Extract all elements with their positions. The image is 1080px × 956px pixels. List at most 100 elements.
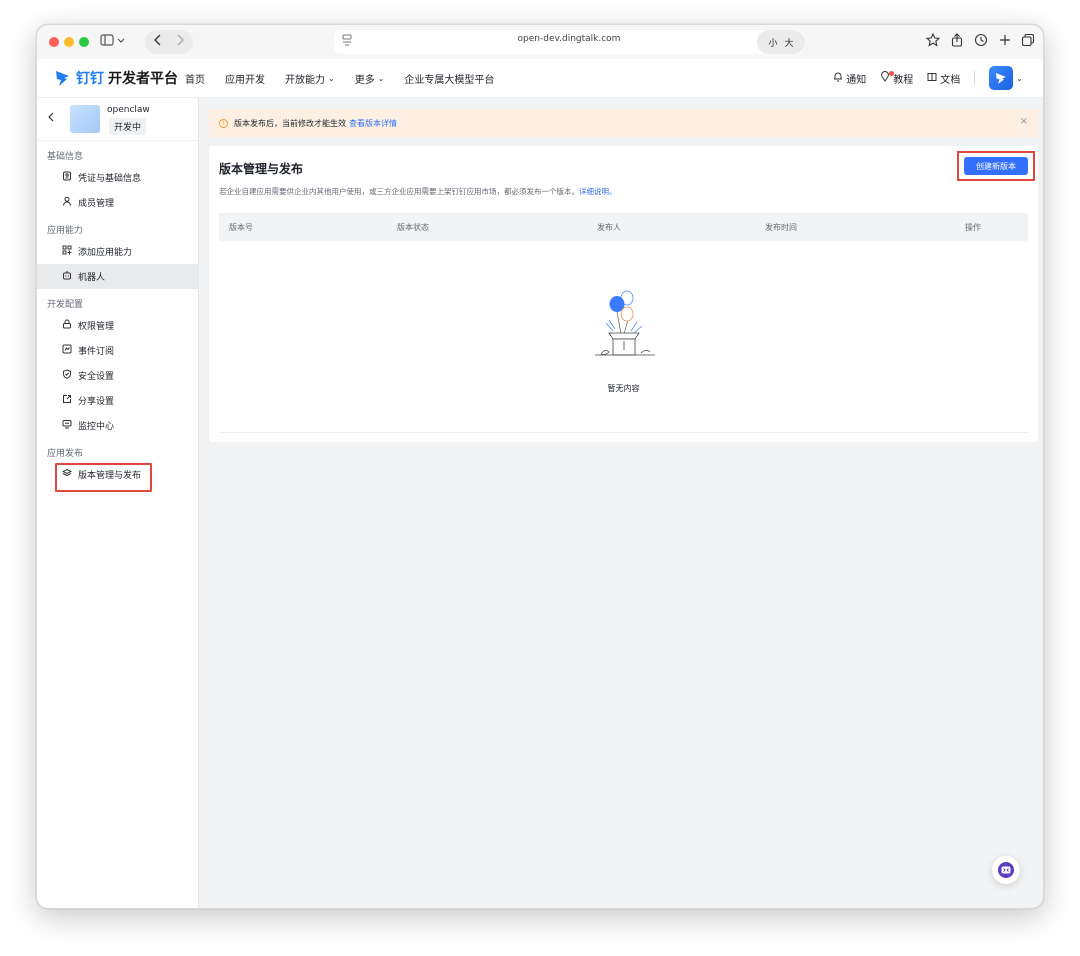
sidebar-item-label: 版本管理与发布: [78, 471, 142, 481]
zoom-controls: 小 大: [757, 30, 805, 54]
group-title-basic-info: 基础信息: [47, 152, 84, 162]
divider: [219, 432, 1028, 433]
page-title: 版本管理与发布: [219, 162, 304, 176]
sidebar-item-add-capability[interactable]: 添加应用能力: [37, 239, 198, 264]
dingtalk-logo-icon: [56, 71, 69, 86]
monitor-icon: [60, 419, 74, 432]
new-tab-plus-icon[interactable]: [997, 33, 1013, 51]
nav-llm-platform[interactable]: 企业专属大模型平台: [404, 71, 494, 86]
zoom-window-button[interactable]: [79, 37, 89, 47]
sidebar-item-robot[interactable]: 机器人: [37, 264, 198, 289]
empty-state-text: 暂无内容: [607, 384, 640, 393]
notice-text: 版本发布后，当前修改才能生效: [234, 118, 346, 128]
group-title-app-publish: 应用发布: [47, 449, 84, 459]
info-icon: !: [219, 118, 228, 128]
docs-link[interactable]: 文档: [927, 71, 960, 86]
close-window-button[interactable]: [49, 37, 59, 47]
sidebar-item-permissions[interactable]: 权限管理: [37, 313, 198, 338]
app-name: openclaw: [107, 105, 150, 115]
nav-more-label: 更多: [354, 75, 375, 86]
table-header: 版本号 版本状态 发布人 发布时间 操作: [219, 213, 1028, 241]
page-description: 若企业自建应用需要供企业内其他用户使用，或三方企业应用需要上架钉钉应用市场，都必…: [219, 186, 617, 197]
credential-icon: [60, 171, 74, 184]
app-status-badge: 开发中: [109, 118, 147, 135]
sidebar-item-label: 分享设置: [78, 397, 115, 407]
nav-more[interactable]: 更多 ⌄: [355, 71, 385, 86]
tutorial-label: 教程: [893, 74, 914, 86]
user-icon: [60, 196, 74, 209]
chat-bot-icon: [998, 862, 1014, 878]
assistant-chat-button[interactable]: [992, 856, 1020, 884]
top-nav: 首页 应用开发 开放能力 ⌄ 更多 ⌄ 企业专属大模型平台: [185, 71, 514, 86]
sidebar-item-label: 添加应用能力: [78, 248, 133, 258]
sidebar-item-monitoring[interactable]: 监控中心: [37, 413, 198, 438]
user-avatar[interactable]: [989, 66, 1014, 90]
share-icon[interactable]: [949, 33, 965, 51]
column-header-status: 版本状态: [397, 223, 429, 232]
tab-overview-icon[interactable]: [1020, 33, 1036, 51]
app-header: openclaw 开发中: [37, 98, 198, 141]
book-icon: [927, 72, 937, 85]
tutorial-link[interactable]: 教程: [880, 70, 914, 86]
address-bar[interactable]: open-dev.dingtalk.com: [334, 30, 804, 54]
sidebar-item-label: 安全设置: [78, 372, 115, 382]
notifications-label: 通知: [846, 74, 867, 86]
sidebar-item-share[interactable]: 分享设置: [37, 388, 198, 413]
history-clock-icon[interactable]: [973, 33, 989, 51]
sidebar-item-security[interactable]: 安全设置: [37, 363, 198, 388]
forward-icon[interactable]: [173, 33, 187, 51]
sidebar-item-label: 监控中心: [78, 422, 115, 432]
sidebar-item-members[interactable]: 成员管理: [37, 190, 198, 215]
docs-label: 文档: [940, 74, 961, 86]
browser-toolbar: open-dev.dingtalk.com 小 大: [37, 25, 1043, 59]
empty-box-illustration: [595, 290, 655, 356]
group-title-app-capabilities: 应用能力: [47, 226, 84, 236]
dingtalk-logo[interactable]: 钉钉 开发者平台: [55, 67, 178, 89]
sidebar-item-version-management[interactable]: 版本管理与发布: [37, 462, 198, 492]
create-version-button[interactable]: 创建新版本: [964, 157, 1028, 175]
column-header-version: 版本号: [229, 223, 253, 232]
sidebar-item-label: 权限管理: [78, 322, 115, 332]
site-header: 钉钉 开发者平台 首页 应用开发 开放能力 ⌄ 更多 ⌄ 企业专属大模型平台 通知 教…: [37, 59, 1043, 98]
sidebar-item-credentials[interactable]: 凭证与基础信息: [37, 165, 198, 190]
layers-icon: [60, 468, 74, 481]
zoom-in-button[interactable]: 大: [784, 36, 793, 49]
main-content: ! 版本发布后，当前修改才能生效 查看版本详情 × 版本管理与发布 若企业自建应…: [199, 98, 1043, 908]
unread-dot: [889, 70, 895, 76]
sidebar-item-events[interactable]: 事件订阅: [37, 338, 198, 363]
close-icon[interactable]: ×: [1020, 116, 1028, 127]
sidebar-toggle-icon[interactable]: [99, 33, 127, 51]
share-external-icon: [60, 394, 74, 407]
version-panel: 版本管理与发布 若企业自建应用需要供企业内其他用户使用，或三方企业应用需要上架钉…: [209, 146, 1038, 442]
shield-icon: [60, 369, 74, 382]
sidebar-item-label: 机器人: [78, 273, 106, 283]
column-header-actions: 操作: [965, 223, 981, 232]
minimize-window-button[interactable]: [64, 37, 74, 47]
sidebar-item-label: 成员管理: [78, 199, 115, 209]
url-text: open-dev.dingtalk.com: [517, 34, 621, 44]
chevron-down-icon[interactable]: ⌄: [1016, 74, 1023, 83]
notifications-link[interactable]: 通知: [833, 71, 866, 86]
sidebar: openclaw 开发中 基础信息 凭证与基础信息 成员管理 应用能力 添加应用…: [37, 98, 199, 908]
create-button-highlight: 创建新版本: [957, 151, 1035, 181]
nav-open-capabilities[interactable]: 开放能力 ⌄: [285, 71, 335, 86]
nav-home[interactable]: 首页: [185, 71, 205, 86]
app-logo: [70, 105, 100, 133]
notice-link[interactable]: 查看版本详情: [349, 118, 397, 129]
event-subscription-icon: [60, 344, 74, 357]
robot-icon: [60, 270, 74, 283]
sidebar-item-label: 事件订阅: [78, 347, 115, 357]
group-title-dev-config: 开发配置: [47, 300, 84, 310]
description-text: 若企业自建应用需要供企业内其他用户使用，或三方企业应用需要上架钉钉应用市场，都必…: [219, 187, 579, 196]
bookmark-star-icon[interactable]: [925, 32, 941, 51]
column-header-publish-time: 发布时间: [765, 223, 797, 232]
back-icon[interactable]: [151, 33, 165, 51]
details-link[interactable]: 详细说明。: [579, 187, 617, 196]
apps-grid-icon: [60, 245, 74, 258]
back-arrow-icon[interactable]: [47, 111, 55, 126]
nav-app-dev[interactable]: 应用开发: [225, 71, 265, 86]
zoom-out-button[interactable]: 小: [768, 36, 777, 49]
chevron-down-icon: ⌄: [328, 74, 335, 83]
nav-open-capabilities-label: 开放能力: [285, 75, 325, 86]
bell-icon: [833, 71, 843, 85]
